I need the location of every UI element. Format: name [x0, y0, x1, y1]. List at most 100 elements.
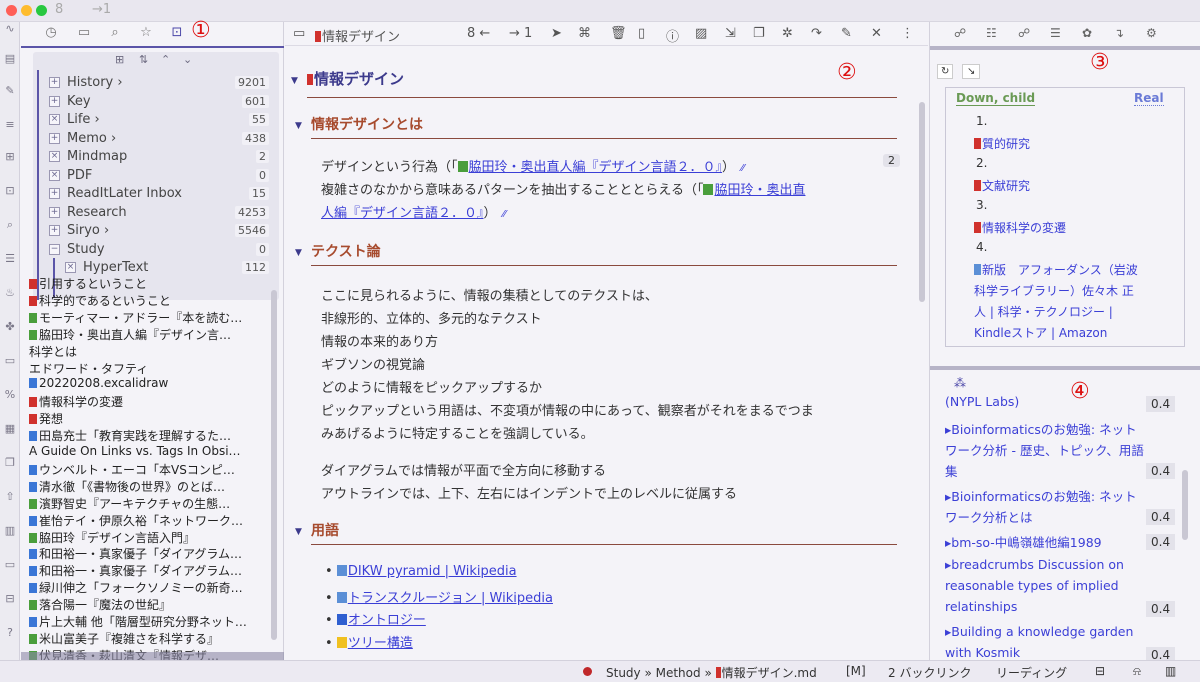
search-icon[interactable]: ⌕ [3, 218, 17, 232]
pencil-icon[interactable]: ✎ [841, 26, 852, 41]
expand-icon[interactable]: ⌄ [183, 53, 192, 66]
reading-mode[interactable]: リーディング [996, 664, 1067, 681]
help-icon[interactable]: ? [3, 626, 17, 640]
sort-icon[interactable]: ⇅ [139, 53, 148, 66]
search-icon[interactable]: ⌕ [107, 25, 123, 41]
similar-note-link[interactable]: 集 [945, 461, 958, 480]
graph2-icon[interactable]: ☍ [1018, 26, 1030, 40]
book-icon[interactable]: ▭ [3, 354, 17, 368]
tag-row[interactable]: + Research 4253 [33, 204, 279, 222]
tag-toggle-icon[interactable]: + [49, 95, 60, 107]
activity-icon[interactable]: ∿ [3, 22, 17, 36]
term-link[interactable]: ツリー構造 [348, 636, 413, 651]
document-icon[interactable]: ▭ [293, 26, 305, 41]
grid-icon[interactable]: ⊞ [3, 150, 17, 164]
file-item[interactable]: ウンベルト・エーコ「本VSコンピ… [29, 461, 279, 478]
inbox-icon[interactable]: ⊡ [3, 184, 17, 198]
tag-row[interactable]: × Mindmap 2 [33, 148, 279, 166]
star-icon[interactable]: ☆ [138, 25, 154, 41]
calendar-icon[interactable]: ▦ [3, 422, 17, 436]
file-item[interactable]: 片上大輔 他「階層型研究分野ネット… [29, 613, 279, 630]
similar-note-link[interactable]: ▸Bioinformaticsのお勉強: ネット [945, 486, 1137, 505]
term-link[interactable]: オントロジー [348, 613, 426, 628]
refresh-button[interactable]: ↻ [937, 64, 954, 79]
copy-icon[interactable]: ❐ [3, 456, 17, 470]
tag-row[interactable]: + ReadItLater Inbox 15 [33, 185, 279, 203]
file-item[interactable]: 科学とは [29, 343, 279, 360]
file-item[interactable]: 和田裕一・真家優子「ダイアグラム… [29, 545, 279, 562]
more-icon[interactable]: ⋮ [901, 26, 914, 41]
file-item[interactable]: 脇田玲・奥出直人編『デザイン言… [29, 326, 279, 343]
tag-row[interactable]: + Memo › 438 [33, 130, 279, 148]
media-icon[interactable]: ⊟ [3, 592, 17, 606]
tag-row[interactable]: − Study 0 [33, 241, 279, 259]
tag-toggle-icon[interactable]: × [49, 169, 60, 181]
similar-note-link[interactable]: reasonable types of implied [945, 578, 1119, 593]
link-icon[interactable]: ⁄⁄ [741, 163, 744, 174]
nav-back-count[interactable]: 8 [55, 2, 63, 17]
flow-icon[interactable]: ⚙ [1146, 26, 1157, 40]
nav-forward[interactable]: → 1 [509, 26, 532, 41]
similar-note-link[interactable]: ワーク分析とは [945, 507, 1033, 526]
close-window-button[interactable] [6, 5, 17, 16]
file-item[interactable]: 緑川伸之「フォークソノミーの新奇… [29, 579, 279, 596]
collapse-caret[interactable]: ▼ [295, 121, 302, 131]
tag-toggle-icon[interactable]: × [65, 262, 76, 273]
trash-icon[interactable]: 🗑 [610, 26, 627, 41]
internal-link[interactable]: 脇田玲・奥出直 [714, 183, 805, 198]
tab-title[interactable]: 情報デザイン [315, 26, 400, 45]
folder-icon[interactable]: ▭ [76, 25, 92, 41]
send-icon[interactable]: ➤ [551, 26, 562, 41]
term-link[interactable]: トランスクルージョン | Wikipedia [348, 591, 553, 606]
file-item[interactable]: 20220208.excalidraw [29, 376, 279, 393]
file-path[interactable]: Study » Method » 情報デザイン.md [606, 664, 817, 681]
thermometer-icon[interactable]: ♨ [3, 286, 17, 300]
child-note-link[interactable]: 情報科学の変遷 [974, 219, 1066, 236]
file-icon[interactable]: ▤ [3, 52, 17, 66]
file-item[interactable]: 情報科学の変遷 [29, 393, 279, 410]
child-note-link[interactable]: 新版 アフォーダンス（岩波 [974, 261, 1138, 278]
file-item[interactable]: モーティマー・アドラー『本を読む… [29, 309, 279, 326]
upload-icon[interactable]: ⇧ [3, 490, 17, 504]
export-icon[interactable]: ⇲ [725, 26, 736, 41]
network-icon[interactable]: ⌘ [578, 26, 591, 41]
file-item[interactable]: 落合陽一『魔法の世紀』 [29, 596, 279, 613]
graph-icon[interactable]: ⁂ [954, 376, 966, 390]
collapse-caret[interactable]: ▼ [295, 248, 302, 258]
child-note-link-continuation[interactable]: 科学ライブラリー）佐々木 正 [974, 282, 1134, 299]
similar-note-link[interactable]: ▸Bioinformaticsのお勉強: ネット [945, 419, 1137, 438]
link-icon[interactable]: ⁄⁄ [503, 209, 506, 220]
tag-row[interactable]: + Siryo › 5546 [33, 222, 279, 240]
puzzle-icon[interactable]: ✤ [3, 320, 17, 334]
collapse-caret[interactable]: ▼ [295, 527, 302, 537]
right-scrollbar[interactable] [1182, 470, 1188, 540]
arrow-icon[interactable]: ↴ [1114, 26, 1124, 40]
new-folder-icon[interactable]: ⊞ [115, 53, 124, 66]
close-icon[interactable]: ✕ [871, 26, 882, 41]
child-note-link-continuation[interactable]: 人 | 科学・テクノロジー | [974, 303, 1113, 320]
table-icon[interactable]: ▥ [3, 524, 17, 538]
child-note-link-continuation[interactable]: Kindleストア | Amazon [974, 324, 1107, 341]
bell-icon[interactable]: ⍾ [1133, 664, 1141, 679]
file-item[interactable]: 脇田玲『デザイン言語入門』 [29, 529, 279, 546]
sidebar-icon[interactable]: ⊟ [1095, 664, 1105, 678]
collapse-caret[interactable]: ▼ [291, 76, 298, 86]
edit-icon[interactable]: ✎ [3, 84, 17, 98]
term-link[interactable]: DIKW pyramid | Wikipedia [348, 564, 517, 579]
file-item[interactable]: 科学的であるということ [29, 292, 279, 309]
book-icon[interactable]: ▯ [638, 26, 645, 41]
layout-icon[interactable]: ▥ [1165, 664, 1176, 678]
tag-toggle-icon[interactable]: + [49, 77, 60, 88]
backlinks-count[interactable]: 2 バックリンク [888, 664, 971, 681]
similar-note-link[interactable]: ワーク分析 - 歴史、トピック、用語 [945, 440, 1144, 459]
file-list-scrollbar[interactable] [271, 290, 277, 640]
file-item[interactable]: 和田裕一・真家優子「ダイアグラム… [29, 562, 279, 579]
list-icon[interactable]: ☷ [986, 26, 997, 40]
file-item[interactable]: エドワード・タフティ [29, 360, 279, 377]
copy-icon[interactable]: ❐ [753, 26, 765, 41]
file-item[interactable]: 田島充士「教育実践を理解するた… [29, 427, 279, 444]
nav-forward-count[interactable]: →1 [92, 2, 111, 17]
tag-toggle-icon[interactable]: + [49, 188, 60, 199]
list2-icon[interactable]: ☰ [1050, 26, 1061, 40]
internal-link[interactable]: 脇田玲・奥出直人編『デザイン言語２．０』 [469, 160, 723, 175]
